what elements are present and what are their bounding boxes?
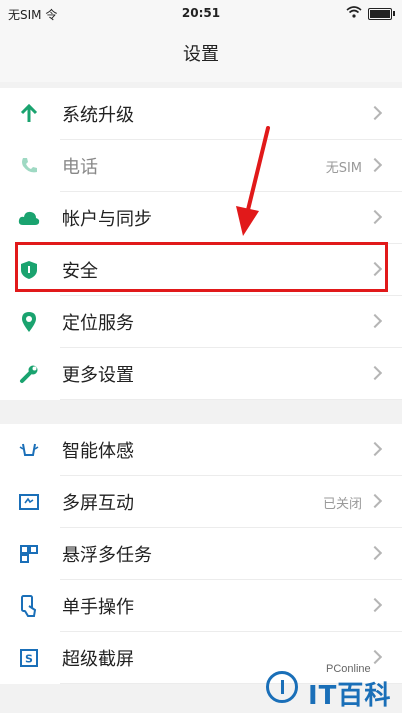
settings-item-label: 更多设置 (62, 365, 134, 386)
location-pin-icon (18, 311, 40, 333)
settings-item-label: 定位服务 (62, 313, 134, 334)
settings-item-label: 单手操作 (62, 597, 134, 618)
settings-item-label: 悬浮多任务 (62, 545, 152, 566)
settings-item-one-hand[interactable]: 单手操作 (0, 580, 402, 632)
watermark-logo: PConline IT百科 (264, 663, 394, 711)
settings-item-value: 已关闭 (322, 496, 362, 512)
chevron-right-icon (367, 157, 383, 173)
settings-item-label: 安全 (62, 261, 98, 282)
settings-item-label: 多屏互动 (62, 493, 134, 514)
svg-text:S: S (25, 653, 33, 666)
watermark-brand-text: IT百科 (308, 681, 392, 711)
settings-item-multiscreen[interactable]: 多屏互动 已关闭 (0, 476, 402, 528)
cloud-icon (18, 207, 40, 229)
phone-icon (18, 155, 40, 177)
chevron-right-icon (367, 209, 383, 225)
chevron-right-icon (367, 261, 383, 277)
settings-item-floating-multitask[interactable]: 悬浮多任务 (0, 528, 402, 580)
chevron-right-icon (367, 365, 383, 381)
settings-item-label: 帐户与同步 (62, 209, 152, 230)
multitask-icon (18, 543, 40, 565)
battery-icon (368, 7, 395, 20)
chevron-right-icon (367, 441, 383, 457)
chevron-right-icon (367, 105, 383, 121)
chevron-right-icon (367, 649, 383, 665)
settings-item-label: 电话 (62, 157, 98, 178)
settings-item-smart-motion[interactable]: 智能体感 (0, 424, 402, 476)
settings-item-phone[interactable]: 电话 无SIM (0, 140, 402, 192)
settings-item-label: 系统升级 (62, 105, 134, 126)
settings-item-security[interactable]: 安全 (0, 244, 402, 296)
chevron-right-icon (367, 313, 383, 329)
status-bar: 无SIM 令 20:51 (0, 0, 402, 28)
settings-group-features: 智能体感 多屏互动 已关闭 悬浮多任务 单手操作 S 超级截屏 (0, 424, 402, 684)
settings-item-system-update[interactable]: 系统升级 (0, 88, 402, 140)
settings-item-location[interactable]: 定位服务 (0, 296, 402, 348)
wifi-icon (346, 6, 362, 21)
chevron-right-icon (367, 545, 383, 561)
shield-icon (18, 259, 40, 281)
chevron-right-icon (367, 597, 383, 613)
settings-item-value: 无SIM (325, 160, 362, 176)
page-title: 设置 (0, 28, 402, 82)
clock: 20:51 (181, 6, 221, 20)
wrench-icon (18, 363, 40, 385)
screenshot-icon: S (18, 647, 40, 669)
settings-item-label: 智能体感 (62, 441, 134, 462)
settings-group-system: 系统升级 电话 无SIM 帐户与同步 安全 定位服务 更多设置 (0, 88, 402, 400)
chevron-right-icon (367, 493, 383, 509)
hand-icon (18, 595, 40, 617)
settings-item-more-settings[interactable]: 更多设置 (0, 348, 402, 400)
settings-item-label: 超级截屏 (62, 649, 134, 670)
pconline-logo-icon (266, 671, 298, 703)
screen-cast-icon (18, 491, 40, 513)
arrow-up-icon (18, 103, 40, 125)
watermark-small-text: PConline (326, 663, 371, 675)
settings-item-accounts-sync[interactable]: 帐户与同步 (0, 192, 402, 244)
gesture-icon (18, 439, 40, 461)
